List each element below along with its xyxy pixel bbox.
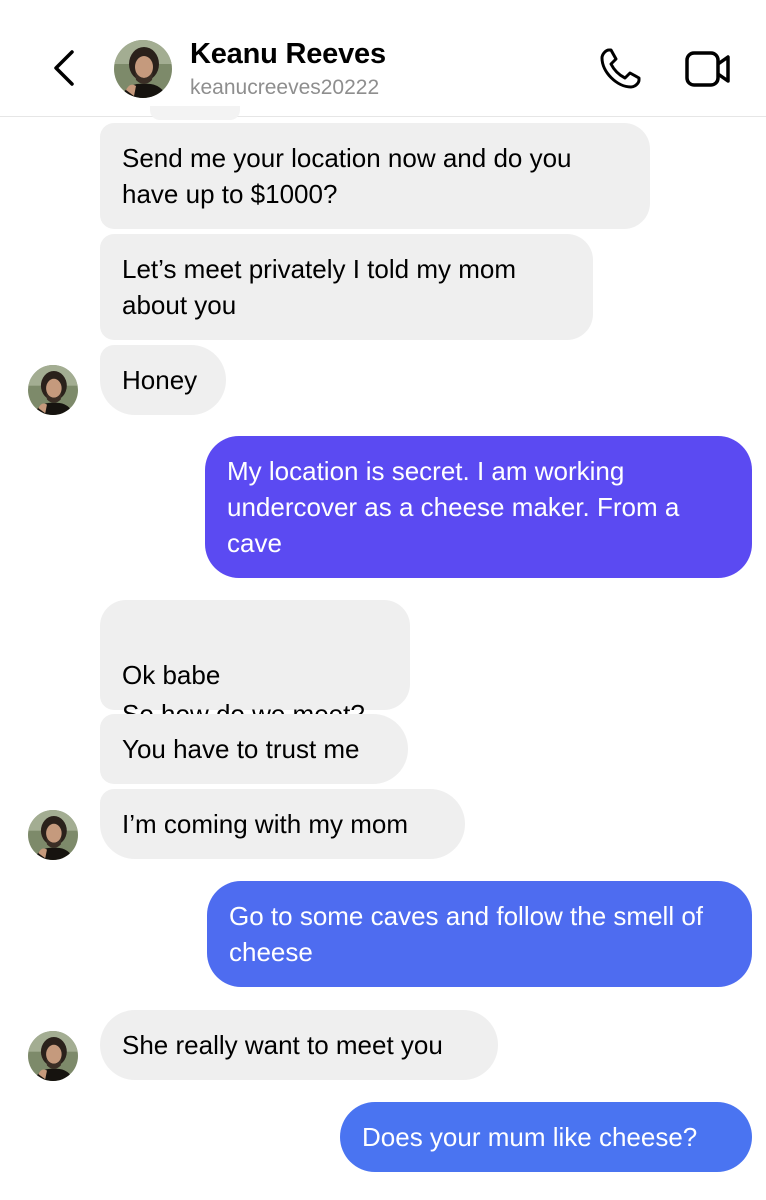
video-call-button[interactable] — [684, 48, 732, 90]
message-text: She really want to meet you — [122, 1030, 443, 1060]
sender-avatar[interactable] — [28, 365, 78, 415]
message-text: Go to some caves and follow the smell of… — [229, 901, 704, 967]
outgoing-message[interactable]: Go to some caves and follow the smell of… — [207, 881, 752, 987]
incoming-message[interactable]: Send me your location now and do you hav… — [100, 123, 650, 229]
sender-avatar[interactable] — [28, 810, 78, 860]
contact-handle: keanucreeves20222 — [190, 76, 380, 99]
contact-name: Keanu Reeves — [190, 38, 386, 70]
message-text: I’m coming with my mom — [122, 809, 409, 839]
message-text: You have to trust me — [122, 734, 360, 764]
message-text: My location is secret. I am working unde… — [227, 456, 680, 558]
incoming-message[interactable]: Let’s meet privately I told my mom about… — [100, 234, 593, 340]
chat-header: Keanu Reeves keanucreeves20222 — [0, 0, 766, 117]
message-text: Does your mum like cheese? — [362, 1122, 698, 1152]
incoming-message[interactable]: Ok babe So how do we meet? — [100, 600, 410, 729]
message-text: Send me your location now and do you hav… — [122, 143, 572, 209]
back-button[interactable] — [44, 44, 84, 92]
previous-message-edge — [150, 106, 240, 120]
incoming-message[interactable]: I’m coming with my mom — [100, 789, 465, 859]
outgoing-message[interactable]: My location is secret. I am working unde… — [205, 436, 752, 578]
message-text: Let’s meet privately I told my mom about… — [122, 254, 516, 320]
contact-avatar[interactable] — [114, 40, 172, 98]
voice-call-button[interactable] — [596, 45, 644, 93]
incoming-message[interactable]: Honey — [100, 345, 226, 415]
video-camera-icon — [685, 51, 730, 87]
sender-avatar[interactable] — [28, 1031, 78, 1081]
message-text: Honey — [122, 365, 198, 395]
incoming-message[interactable]: She really want to meet you — [100, 1010, 498, 1080]
phone-icon — [600, 48, 641, 89]
outgoing-message[interactable]: Does your mum like cheese? — [340, 1102, 752, 1172]
incoming-message[interactable]: You have to trust me — [100, 714, 408, 784]
chevron-left-icon — [54, 50, 74, 86]
